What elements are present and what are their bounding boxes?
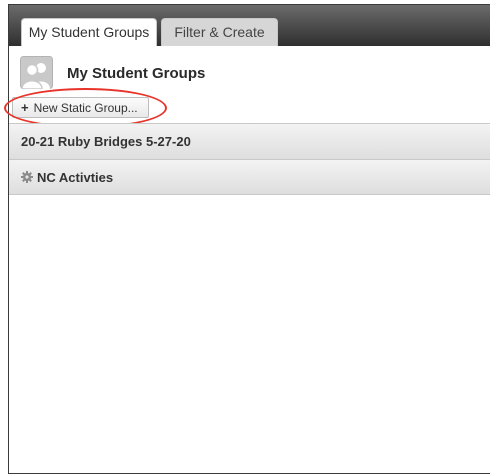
new-static-group-label: New Static Group...: [33, 101, 138, 115]
group-row[interactable]: 20-21 Ruby Bridges 5-27-20: [9, 123, 490, 159]
groups-list-empty-area: [9, 196, 490, 473]
tab-bar: My Student Groups Filter & Create: [9, 5, 490, 46]
group-row[interactable]: NC Activties: [9, 159, 490, 195]
student-groups-panel: My Student Groups Filter & Create My Stu…: [4, 4, 490, 474]
page-title: My Student Groups: [67, 65, 206, 82]
tab-filter-create[interactable]: Filter & Create: [161, 18, 278, 46]
panel-header: My Student Groups: [9, 46, 490, 96]
user-group-icon: [20, 56, 53, 89]
new-static-group-button[interactable]: + New Static Group...: [12, 97, 149, 118]
group-name: NC Activties: [37, 170, 114, 185]
gear-icon: [21, 171, 33, 183]
tab-my-student-groups[interactable]: My Student Groups: [21, 18, 157, 46]
group-name: 20-21 Ruby Bridges 5-27-20: [21, 134, 191, 149]
plus-icon: +: [21, 100, 29, 115]
